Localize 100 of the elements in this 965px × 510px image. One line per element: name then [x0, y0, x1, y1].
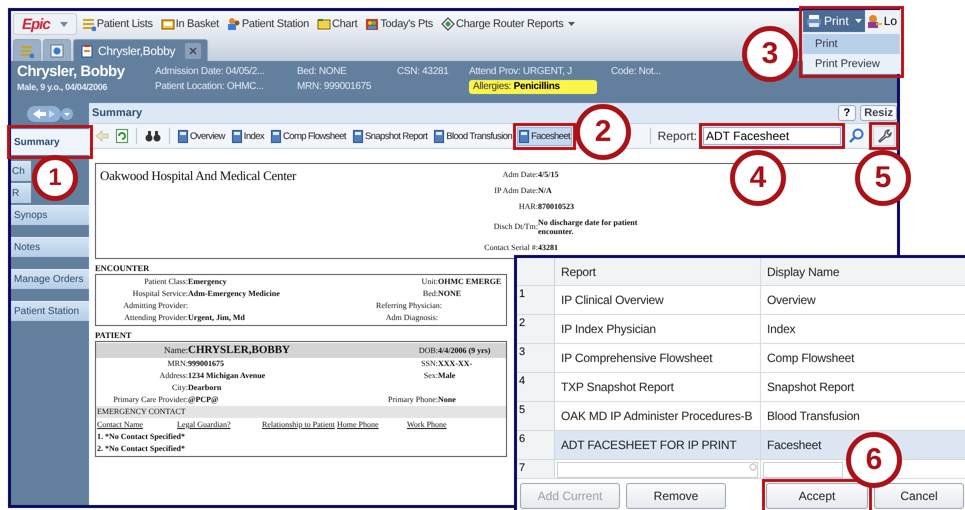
menu-item[interactable]: Chart — [314, 13, 360, 35]
arrow-icon — [95, 130, 109, 142]
table-cell: Overview — [760, 286, 965, 314]
patient-name: Chrysler, Bobby — [17, 63, 126, 81]
field-value: XXX-XX- — [438, 358, 474, 370]
diamond-icon — [440, 17, 455, 31]
menu-item[interactable]: Charge Router Reports — [438, 13, 578, 35]
row-number: 5 — [517, 402, 555, 430]
log-button[interactable]: Lo — [864, 10, 900, 32]
resize-button[interactable]: Resiz — [860, 105, 897, 121]
menu-item[interactable]: Patient Station — [224, 13, 312, 35]
clipboard-icon — [80, 44, 94, 58]
column-header: Home Phone — [337, 419, 380, 431]
highlight-frame — [513, 122, 576, 150]
refresh-icon — [116, 129, 128, 143]
input-field[interactable] — [557, 462, 758, 478]
field-value: Adm-Emergency Medicine — [188, 288, 281, 300]
printer-icon — [806, 14, 822, 28]
section-title: ENCOUNTER — [95, 263, 150, 274]
close-icon[interactable] — [185, 42, 201, 58]
document-icon — [352, 130, 363, 142]
sidebar-item[interactable]: Synops — [11, 205, 89, 225]
field-value: No discharge date for patient encounter. — [538, 218, 638, 236]
document-icon — [271, 130, 282, 142]
workspace-tab[interactable] — [43, 39, 71, 61]
field-value: Emergency — [188, 276, 228, 288]
field-value: OHMC EMERGE — [438, 276, 502, 288]
table-cell-text: TXP Snapshot Report — [560, 380, 675, 394]
wrench-icon — [876, 128, 892, 144]
field-label: MRN: — [166, 358, 188, 370]
document-icon — [178, 130, 188, 142]
patient-tab[interactable]: Chrysler,Bobby — [73, 39, 208, 61]
table-cell-text: IP Clinical Overview — [560, 293, 665, 307]
field-label: Admitting Provider: — [122, 300, 188, 312]
subsection-title: EMERGENCY CONTACT — [96, 406, 506, 418]
table-cell-text: IP Index Physician — [560, 322, 657, 336]
dialog-button[interactable]: Remove — [626, 483, 726, 509]
field-value: N/A — [538, 186, 553, 196]
print-button[interactable]: Print — [803, 10, 865, 32]
row-number: 2 — [517, 315, 555, 343]
field-value: Dearborn — [188, 382, 222, 394]
column-header: Relationship to Patient — [262, 419, 336, 431]
clock-icon — [50, 44, 64, 58]
report-button[interactable]: Blood Transfusion — [432, 126, 514, 146]
field-value: Male — [438, 370, 456, 382]
report-button[interactable]: Comp Flowsheet — [269, 126, 348, 146]
history-buttons[interactable] — [27, 105, 73, 123]
field-value: 43281 — [538, 242, 559, 252]
sidebar-item[interactable]: Notes — [11, 237, 89, 257]
epic-menu-button[interactable]: Epic — [13, 13, 77, 35]
row-number: 1 — [517, 286, 555, 314]
settings-button[interactable] — [873, 126, 895, 146]
column-header: Work Phone — [407, 419, 448, 431]
field-label: Contact Serial #: — [483, 242, 538, 252]
report-button[interactable]: Snapshot Report — [350, 126, 430, 146]
table-cell: Blood Transfusion — [760, 402, 965, 430]
help-button[interactable]: ? — [838, 105, 856, 121]
caret-icon — [568, 22, 576, 26]
menu-item[interactable]: In Basket — [158, 13, 222, 35]
report-field[interactable]: ADT Facesheet — [703, 127, 841, 145]
highlight-frame — [869, 122, 899, 150]
sidebar-item[interactable]: Manage Orders — [11, 269, 89, 289]
field-label: IP Adm Date: — [493, 186, 538, 196]
inbox-icon — [160, 17, 175, 31]
field-value: NONE — [438, 288, 462, 300]
report-label: Report: — [658, 129, 697, 143]
dialog-button[interactable]: Accept — [766, 483, 868, 509]
field-label: City: — [170, 382, 188, 394]
table-cell: Snapshot Report — [760, 373, 965, 401]
field-label: Address: — [158, 370, 188, 382]
report-button[interactable]: Facesheet — [517, 126, 572, 146]
field-label: Adm Diagnosis: — [384, 312, 438, 324]
document-icon — [232, 130, 242, 142]
menu-item[interactable]: Print Preview — [803, 54, 900, 74]
field-label: Name: — [163, 344, 188, 357]
column-header: Contact Name — [97, 419, 144, 431]
field-value: CHRYSLER,BOBBY — [188, 343, 291, 358]
dialog-button[interactable]: Cancel — [874, 483, 964, 509]
menu-item[interactable]: Patient Lists — [78, 13, 156, 35]
people-icon — [226, 17, 241, 31]
menu-item[interactable]: Today's Pts — [362, 13, 436, 35]
field-label: DOB: — [418, 345, 438, 357]
field-value: None — [438, 394, 457, 406]
menu-item[interactable]: Print — [803, 34, 900, 54]
report-button[interactable]: Overview — [176, 126, 227, 146]
header-field: MRN: 999001675 — [297, 80, 387, 94]
field-label: Disch Dt/Tm: — [492, 222, 538, 232]
workspace-tab[interactable] — [13, 39, 41, 61]
header-field: Patient Location: OHMC... — [155, 80, 287, 94]
sidebar-item[interactable]: Summary — [11, 129, 89, 155]
input-field[interactable] — [763, 462, 843, 478]
sidebar-item[interactable]: R — [11, 183, 31, 203]
field-label: Patient Class: — [143, 276, 188, 288]
search-icon — [749, 463, 757, 471]
sidebar-item[interactable]: Patient Station — [11, 301, 89, 321]
sidebar-item[interactable]: Ch — [11, 161, 31, 181]
field-label: Adm Date: — [502, 170, 538, 180]
report-button[interactable]: Index — [230, 126, 266, 146]
refresh-button[interactable] — [114, 126, 130, 146]
table-cell: Index — [760, 315, 965, 343]
